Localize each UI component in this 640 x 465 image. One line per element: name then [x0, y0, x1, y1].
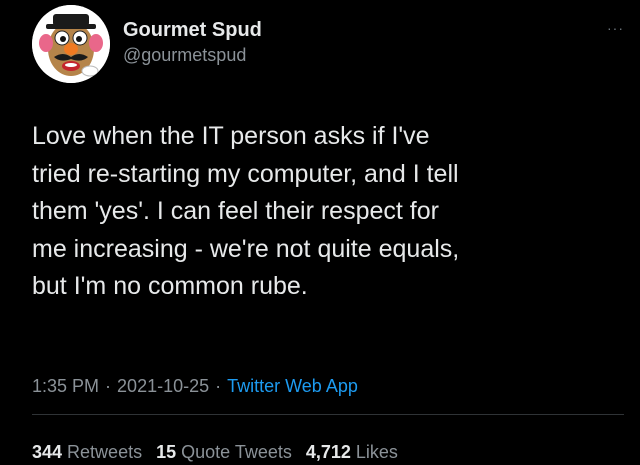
likes-stat[interactable]: 4,712 Likes — [306, 440, 398, 464]
meta-separator: · — [105, 376, 112, 396]
likes-count: 4,712 — [305, 442, 351, 462]
retweets-label: Retweets — [67, 442, 143, 462]
potato-head-avatar-icon — [32, 5, 110, 83]
likes-label: Likes — [355, 442, 398, 462]
tweet-header: Gourmet Spud @gourmetspud — [32, 5, 262, 83]
display-name[interactable]: Gourmet Spud — [123, 17, 262, 43]
user-handle[interactable]: @gourmetspud — [123, 43, 262, 67]
retweets-count: 344 — [32, 442, 63, 462]
tweet-meta: 1:35 PM · 2021-10-25 · Twitter Web App — [32, 374, 358, 398]
tweet-stats: 344 Retweets 15 Quote Tweets 4,712 Likes — [32, 440, 398, 464]
quote-tweets-count: 15 — [156, 442, 177, 462]
quote-tweets-stat[interactable]: 15 Quote Tweets — [156, 440, 292, 464]
quote-tweets-label: Quote Tweets — [181, 442, 292, 462]
tweet: Gourmet Spud @gourmetspud ··· Love when … — [0, 0, 640, 465]
meta-separator: · — [215, 376, 222, 396]
tweet-text: Love when the IT person asks if I've tri… — [32, 122, 460, 300]
more-dots-icon[interactable]: ··· — [607, 20, 624, 36]
tweet-time[interactable]: 1:35 PM — [32, 376, 99, 396]
user-names: Gourmet Spud @gourmetspud — [123, 17, 262, 67]
divider — [32, 414, 624, 415]
retweets-stat[interactable]: 344 Retweets — [32, 440, 142, 464]
avatar[interactable] — [32, 5, 110, 83]
tweet-source-link[interactable]: Twitter Web App — [227, 376, 358, 396]
tweet-date[interactable]: 2021-10-25 — [117, 376, 209, 396]
